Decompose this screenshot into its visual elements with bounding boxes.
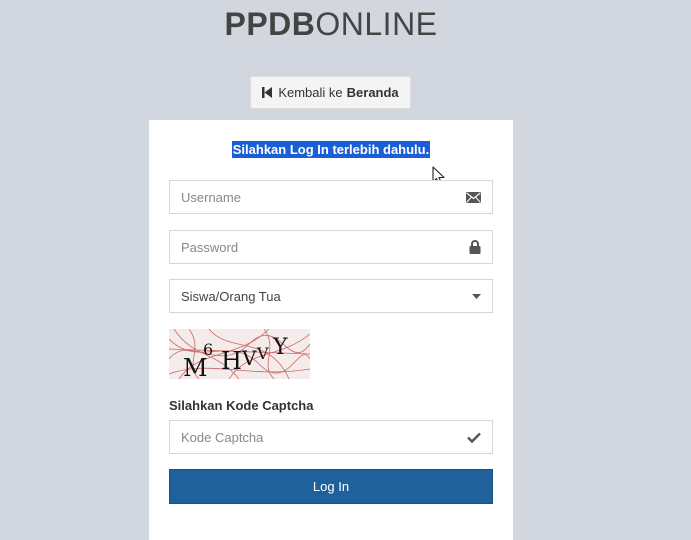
envelope-icon <box>466 191 481 203</box>
login-message-text: Silahkan Log In terlebih dahulu. <box>231 141 431 158</box>
login-message: Silahkan Log In terlebih dahulu. <box>149 141 513 158</box>
back-button-label: Kembali ke <box>278 85 343 100</box>
captcha-image: M 6 H V V Y <box>168 328 311 382</box>
captcha-char-2: 6 <box>203 340 213 359</box>
role-select-value: Siswa/Orang Tua <box>181 288 281 304</box>
password-placeholder: Password <box>181 239 239 255</box>
lock-icon <box>469 240 481 254</box>
app-logo: PPDBONLINE <box>0 6 662 43</box>
login-button-label: Log In <box>312 479 350 494</box>
captcha-label: Silahkan Kode Captcha <box>169 398 314 413</box>
back-button-bold-label: Beranda <box>346 85 399 100</box>
captcha-placeholder: Kode Captcha <box>181 429 264 445</box>
login-button[interactable]: Log In <box>169 469 493 504</box>
captcha-input[interactable]: Kode Captcha <box>169 420 493 454</box>
captcha-char-4: V <box>241 346 257 370</box>
step-backward-icon <box>262 87 273 98</box>
login-box: Silahkan Log In terlebih dahulu. Usernam… <box>149 120 513 540</box>
username-field[interactable]: Username <box>169 180 493 214</box>
logo-thin-text: ONLINE <box>315 6 438 42</box>
check-icon <box>467 432 481 443</box>
captcha-char-6: Y <box>272 335 288 360</box>
captcha-char-3: H <box>221 347 242 375</box>
username-placeholder: Username <box>181 189 241 205</box>
password-field[interactable]: Password <box>169 230 493 264</box>
caret-down-icon <box>472 293 481 299</box>
role-select[interactable]: Siswa/Orang Tua <box>169 279 493 313</box>
captcha-char-5: V <box>256 344 269 363</box>
logo-bold-text: PPDB <box>224 6 316 42</box>
back-to-home-button[interactable]: Kembali ke Beranda <box>250 76 411 109</box>
